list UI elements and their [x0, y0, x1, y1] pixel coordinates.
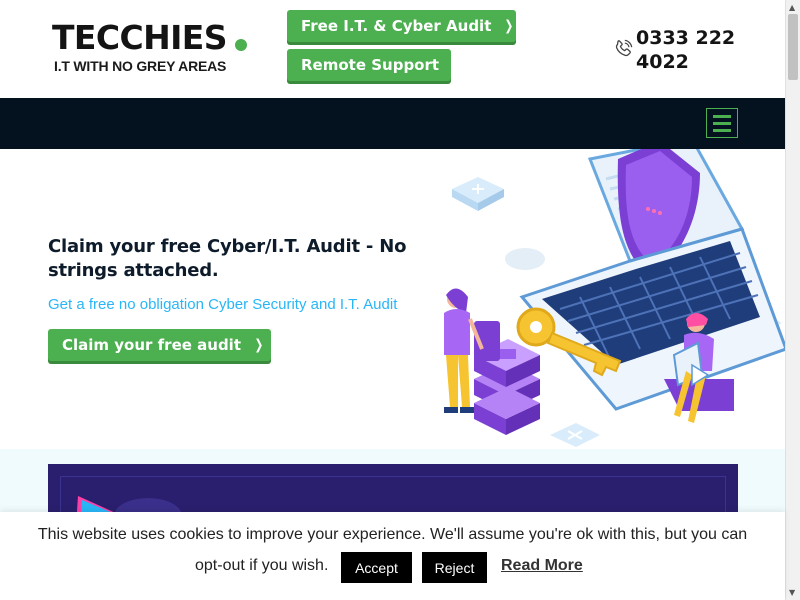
logo-tagline: I.T WITH NO GREY AREAS [54, 58, 227, 74]
phone-icon [615, 39, 633, 57]
scroll-thumb[interactable] [788, 14, 798, 80]
cookie-message-line1: This website uses cookies to improve you… [37, 526, 748, 543]
hero-title: Claim your free Cyber/I.T. Audit - No st… [48, 236, 407, 281]
cookie-read-more-link[interactable]: Read More [501, 557, 583, 575]
free-audit-label: Free I.T. & Cyber Audit [301, 17, 492, 35]
page-scrollbar[interactable]: ▲ ▼ [785, 0, 800, 600]
laptop-keyboard [519, 227, 785, 411]
cookie-message-line2: opt-out if you wish. [195, 557, 329, 574]
hero-section: Claim your free Cyber/I.T. Audit - No st… [0, 149, 785, 449]
scroll-up-arrow-icon[interactable]: ▲ [789, 3, 795, 12]
chevron-right-icon: ❯ [504, 18, 514, 34]
claim-audit-button[interactable]: Claim your free audit ❯ [48, 329, 271, 361]
hero-subtitle: Get a free no obligation Cyber Security … [48, 296, 398, 313]
logo-dot [235, 39, 247, 51]
hamburger-menu-button[interactable] [706, 108, 738, 138]
cookie-accept-button[interactable]: Accept [341, 552, 412, 583]
chevron-right-icon: ❯ [254, 337, 264, 353]
cookie-consent-bar: This website uses cookies to improve you… [0, 512, 785, 600]
logo-wordmark: TECCHIES [52, 18, 228, 57]
remote-support-button[interactable]: Remote Support [287, 49, 451, 81]
hamburger-icon-line [713, 114, 731, 118]
phone-number: 0333 222 4022 [636, 27, 736, 73]
free-audit-button[interactable]: Free I.T. & Cyber Audit ❯ [287, 10, 516, 42]
scroll-down-arrow-icon[interactable]: ▼ [789, 588, 795, 597]
claim-audit-label: Claim your free audit [62, 336, 241, 354]
cyber-security-illustration [444, 149, 785, 447]
tecchies-logo[interactable]: TECCHIES I.T WITH NO GREY AREAS [52, 20, 252, 80]
floating-disc [505, 248, 545, 270]
remote-support-label: Remote Support [301, 56, 440, 74]
floating-tile-top [452, 177, 504, 211]
site-header: TECCHIES I.T WITH NO GREY AREAS Free I.T… [0, 0, 785, 98]
floating-tile-bottom [550, 423, 600, 447]
main-nav-bar [0, 98, 785, 149]
hamburger-icon-line [713, 121, 731, 125]
hamburger-icon-line [713, 128, 731, 132]
cookie-reject-button[interactable]: Reject [422, 552, 487, 583]
